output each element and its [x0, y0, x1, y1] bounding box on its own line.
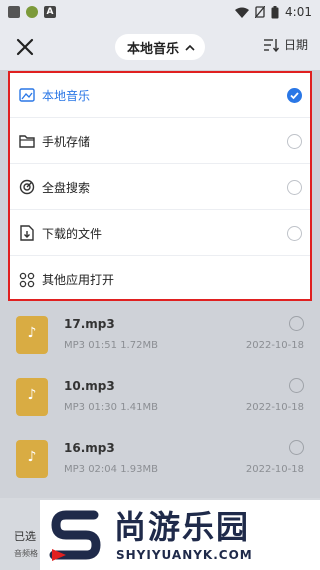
close-icon[interactable] [14, 36, 36, 58]
audio-file-icon [16, 440, 48, 478]
audio-file-icon [16, 378, 48, 416]
watermark-en-text: SHYIYUANYK.COM [116, 548, 253, 562]
local-music-icon [18, 86, 36, 104]
file-meta: MP3 01:30 1.41MB [64, 402, 158, 413]
select-radio-icon[interactable] [289, 378, 304, 393]
menu-item-local-music[interactable]: 本地音乐 [10, 73, 310, 118]
wifi-icon [235, 7, 250, 18]
watermark: 尚游乐园 SHYIYUANYK.COM [40, 500, 320, 570]
list-item[interactable]: 16.mp3 MP3 02:04 1.93MB 2022-10-18 [0, 424, 320, 486]
sort-button[interactable]: 日期 [263, 36, 308, 53]
file-meta: MP3 01:51 1.72MB [64, 340, 158, 351]
select-radio-icon[interactable] [289, 440, 304, 455]
selected-count-label: 已选 [14, 530, 36, 543]
apps-icon [18, 271, 36, 289]
file-meta: MP3 02:04 1.93MB [64, 464, 158, 475]
android-icon [26, 6, 38, 18]
menu-item-label: 全盘搜索 [42, 180, 91, 195]
file-date: 2022-10-18 [245, 340, 304, 351]
menu-item-label: 手机存储 [42, 134, 91, 149]
clock: 4:01 [285, 5, 312, 19]
file-date: 2022-10-18 [245, 402, 304, 413]
chevron-up-icon [185, 44, 195, 51]
menu-item-downloads[interactable]: 下载的文件 [10, 211, 310, 256]
file-name: 16.mp3 [64, 441, 115, 455]
sort-icon [263, 38, 280, 52]
radio-checked-icon[interactable] [287, 88, 302, 103]
radio-icon[interactable] [287, 180, 302, 195]
page-title: 本地音乐 [126, 41, 180, 57]
source-menu: 本地音乐 手机存储 全盘搜索 下载的文件 其他应用打开 [8, 71, 312, 301]
top-bar: 本地音乐 日期 [0, 24, 320, 70]
radio-icon[interactable] [287, 226, 302, 241]
menu-item-full-scan[interactable]: 全盘搜索 [10, 165, 310, 210]
logo-s-icon [49, 510, 101, 561]
no-sim-icon [255, 6, 266, 18]
source-dropdown-button[interactable]: 本地音乐 [114, 34, 206, 60]
a-icon: A [44, 6, 56, 18]
menu-item-label: 其他应用打开 [42, 273, 115, 287]
watermark-cn-text: 尚游乐园 [114, 508, 251, 546]
folder-icon [18, 132, 36, 150]
list-item[interactable]: 17.mp3 MP3 01:51 1.72MB 2022-10-18 [0, 300, 320, 362]
app-icon [8, 6, 20, 18]
audio-file-icon [16, 316, 48, 354]
download-file-icon [18, 224, 36, 242]
format-hint: 音频格 [14, 549, 38, 558]
status-bar: A 4:01 [0, 0, 320, 24]
menu-item-phone-storage[interactable]: 手机存储 [10, 119, 310, 164]
sort-label: 日期 [283, 38, 308, 52]
menu-item-label: 下载的文件 [42, 226, 103, 241]
file-date: 2022-10-18 [245, 464, 304, 475]
disk-scan-icon [18, 178, 36, 196]
file-list: 17.mp3 MP3 01:51 1.72MB 2022-10-18 10.mp… [0, 300, 320, 486]
battery-icon [271, 5, 279, 18]
file-name: 10.mp3 [64, 379, 115, 393]
list-item[interactable]: 10.mp3 MP3 01:30 1.41MB 2022-10-18 [0, 362, 320, 424]
menu-item-label: 本地音乐 [42, 88, 91, 103]
radio-icon[interactable] [287, 134, 302, 149]
menu-item-open-with-other-app[interactable]: 其他应用打开 [10, 257, 310, 302]
file-name: 17.mp3 [64, 317, 115, 331]
select-radio-icon[interactable] [289, 316, 304, 331]
